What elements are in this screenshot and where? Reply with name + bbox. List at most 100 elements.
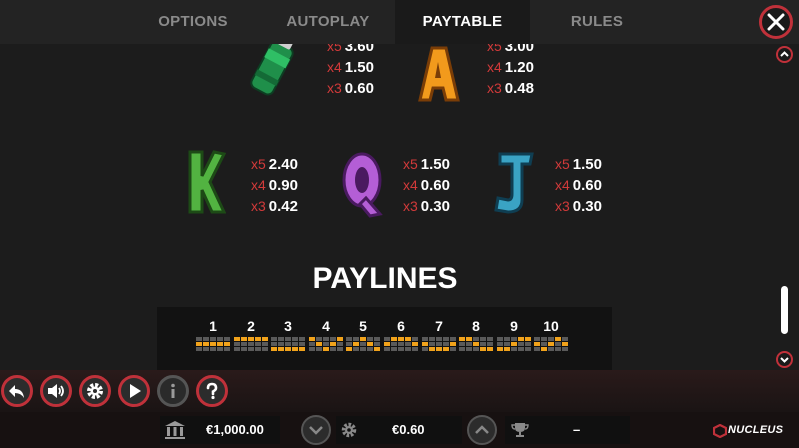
payline-cell xyxy=(353,337,359,341)
payline-cell xyxy=(450,337,456,341)
payline-number: 5 xyxy=(359,318,367,334)
tab-autoplay[interactable]: AUTOPLAY xyxy=(280,0,376,44)
back-button[interactable] xyxy=(1,375,33,407)
payline-number: 7 xyxy=(435,318,443,334)
letter-q-symbol-icon xyxy=(342,152,383,218)
payline-cell xyxy=(262,347,268,351)
payline-cell xyxy=(241,337,247,341)
payline-cell xyxy=(217,342,223,346)
payline-cell xyxy=(422,337,428,341)
tab-options[interactable]: OPTIONS xyxy=(155,0,231,44)
payline-cell xyxy=(562,347,568,351)
payline-cell xyxy=(487,342,493,346)
win-value: – xyxy=(573,422,581,437)
payline-cell xyxy=(466,337,472,341)
payline-cell xyxy=(548,342,554,346)
spray-can-symbol-icon xyxy=(250,44,294,96)
bet-increase-button[interactable] xyxy=(467,415,497,445)
scroll-up-button[interactable] xyxy=(776,46,793,63)
payline-cell xyxy=(299,337,305,341)
payline-cell xyxy=(562,337,568,341)
payline-cell xyxy=(346,342,352,346)
payline-item: 5 xyxy=(345,317,381,351)
payline-cell xyxy=(436,337,442,341)
payline-cell xyxy=(234,342,240,346)
payline-cell xyxy=(337,342,343,346)
payline-cell xyxy=(422,347,428,351)
payline-cell xyxy=(497,342,503,346)
close-button[interactable] xyxy=(759,5,793,39)
payline-cell xyxy=(353,347,359,351)
payline-cell xyxy=(548,337,554,341)
payline-cell xyxy=(511,337,517,341)
payline-cell xyxy=(518,337,524,341)
payline-cell xyxy=(562,342,568,346)
payline-cell xyxy=(429,342,435,346)
payline-cell xyxy=(367,337,373,341)
scrollbar-thumb[interactable] xyxy=(781,286,788,334)
payline-pattern-icon xyxy=(346,337,380,351)
payline-cell xyxy=(429,347,435,351)
payline-cell xyxy=(459,347,465,351)
payline-cell xyxy=(248,337,254,341)
payline-pattern-icon xyxy=(422,337,456,351)
payline-cell xyxy=(360,342,366,346)
payline-cell xyxy=(487,347,493,351)
payline-cell xyxy=(518,347,524,351)
payline-item: 1 xyxy=(195,317,231,351)
tab-paytable[interactable]: PAYTABLE xyxy=(395,0,530,44)
payline-cell xyxy=(541,337,547,341)
payline-cell xyxy=(436,347,442,351)
bet-decrease-button[interactable] xyxy=(301,415,331,445)
chevron-up-icon xyxy=(475,425,489,434)
payline-cell xyxy=(292,337,298,341)
payline-cell xyxy=(443,337,449,341)
payline-cell xyxy=(316,347,322,351)
info-button[interactable] xyxy=(157,375,189,407)
payline-cell xyxy=(255,347,261,351)
bet-value: €0.60 xyxy=(392,422,425,437)
payline-number: 3 xyxy=(284,318,292,334)
help-button[interactable] xyxy=(196,375,228,407)
payline-cell xyxy=(443,347,449,351)
payline-cell xyxy=(241,342,247,346)
payline-pattern-icon xyxy=(271,337,305,351)
payline-item: 9 xyxy=(496,317,532,351)
payline-cell xyxy=(422,342,428,346)
payline-cell xyxy=(384,347,390,351)
play-button[interactable] xyxy=(118,375,150,407)
payline-number: 9 xyxy=(510,318,518,334)
payline-cell xyxy=(443,342,449,346)
payline-cell xyxy=(473,347,479,351)
payline-cell xyxy=(466,347,472,351)
payline-cell xyxy=(374,337,380,341)
settings-button[interactable] xyxy=(79,375,111,407)
payline-number: 6 xyxy=(397,318,405,334)
win-panel: – xyxy=(505,416,630,444)
payline-cell xyxy=(504,337,510,341)
balance-panel: €1,000.00 xyxy=(160,416,280,444)
payline-cell xyxy=(511,342,517,346)
speaker-icon xyxy=(48,384,64,398)
chevron-down-icon xyxy=(780,357,789,363)
sound-button[interactable] xyxy=(40,375,72,407)
nucleus-logo-icon xyxy=(713,424,727,438)
payline-cell xyxy=(323,342,329,346)
payline-pattern-icon xyxy=(459,337,493,351)
payline-cell xyxy=(548,347,554,351)
payline-cell xyxy=(285,337,291,341)
payline-item: 2 xyxy=(233,317,269,351)
paylines-panel: 1 2 3 4 5 6 7 8 9 10 xyxy=(157,307,612,370)
tab-rules[interactable]: RULES xyxy=(566,0,628,44)
scroll-down-button[interactable] xyxy=(776,351,793,368)
payline-cell xyxy=(262,342,268,346)
payline-cell xyxy=(262,337,268,341)
info-icon xyxy=(171,383,175,398)
pays-letter-a: x5 3.00 x4 1.20 x3 0.48 xyxy=(487,44,534,97)
payline-cell xyxy=(534,347,540,351)
payline-cell xyxy=(248,342,254,346)
payline-cell xyxy=(487,337,493,341)
back-arrow-icon xyxy=(9,385,24,398)
payline-cell xyxy=(555,342,561,346)
control-bar xyxy=(0,370,799,412)
